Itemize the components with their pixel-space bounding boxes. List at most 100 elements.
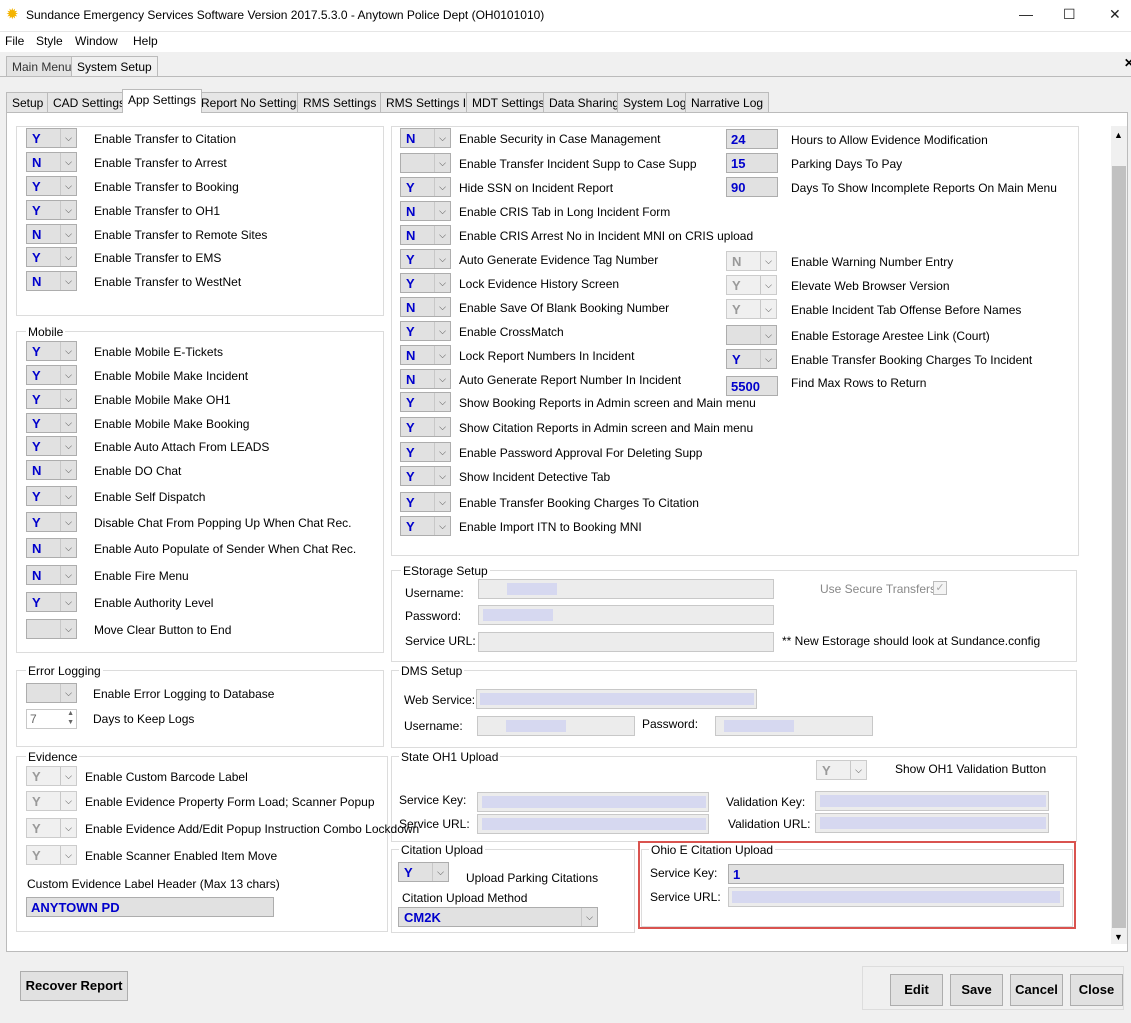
option-combo[interactable]: Y ⌵ — [726, 275, 777, 295]
mobile-combo[interactable]: N ⌵ — [26, 460, 77, 480]
mobile-combo[interactable]: ⌵ — [26, 619, 77, 639]
evidence-combo[interactable]: Y ⌵ — [26, 791, 77, 811]
citation-upload-title: Citation Upload — [399, 843, 486, 857]
oh1-validation-key-input[interactable] — [815, 791, 1049, 811]
setting-combo[interactable]: Y ⌵ — [400, 492, 451, 512]
secure-transfers-checkbox[interactable]: ✓ — [933, 581, 947, 595]
mobile-combo[interactable]: Y ⌵ — [26, 592, 77, 612]
evidence-header-input[interactable]: ANYTOWN PD — [26, 897, 274, 917]
mobile-combo[interactable]: Y ⌵ — [26, 413, 77, 433]
close-tab-icon[interactable]: ✕ — [1124, 56, 1131, 70]
tab-mdt-settings[interactable]: MDT Settings — [466, 92, 551, 112]
estorage-url-input[interactable] — [478, 632, 774, 652]
error-logging-combo[interactable]: ⌵ — [26, 683, 77, 703]
tab-system-setup[interactable]: System Setup — [71, 56, 158, 76]
recover-report-button[interactable]: Recover Report — [20, 971, 128, 1001]
scroll-up-icon[interactable]: ▲ — [1114, 130, 1123, 140]
tab-setup[interactable]: Setup — [6, 92, 50, 112]
tab-app-settings[interactable]: App Settings — [122, 89, 203, 113]
upload-parking-combo[interactable]: Y ⌵ — [398, 862, 449, 882]
setting-combo[interactable]: Y ⌵ — [400, 516, 451, 536]
tab-main-menu[interactable]: Main Menu — [6, 56, 78, 76]
menu-help[interactable]: Help — [133, 34, 158, 48]
transfer-combo[interactable]: Y ⌵ — [26, 247, 77, 267]
transfer-combo[interactable]: N ⌵ — [26, 224, 77, 244]
dms-webservice-input[interactable] — [476, 689, 757, 709]
setting-combo[interactable]: Y ⌵ — [400, 321, 451, 341]
menu-window[interactable]: Window — [75, 34, 118, 48]
chevron-down-icon: ⌵ — [60, 461, 76, 479]
setting-combo[interactable]: N ⌵ — [400, 201, 451, 221]
option-combo[interactable]: N ⌵ — [726, 251, 777, 271]
option-combo[interactable]: Y ⌵ — [726, 349, 777, 369]
edit-button[interactable]: Edit — [890, 974, 943, 1006]
oh1-url-input[interactable] — [477, 814, 709, 834]
setting-combo[interactable]: Y ⌵ — [400, 442, 451, 462]
transfer-combo[interactable]: N ⌵ — [26, 152, 77, 172]
tab-narrative-log[interactable]: Narrative Log — [685, 92, 770, 112]
oh1-key-input[interactable] — [477, 792, 709, 812]
setting-combo[interactable]: Y ⌵ — [400, 417, 451, 437]
estorage-password-input[interactable] — [478, 605, 774, 625]
evidence-combo[interactable]: Y ⌵ — [26, 766, 77, 786]
numeric-input[interactable]: 90 — [726, 177, 778, 197]
setting-combo[interactable]: N ⌵ — [400, 225, 451, 245]
setting-combo[interactable]: Y ⌵ — [400, 466, 451, 486]
estorage-username-input[interactable] — [478, 579, 774, 599]
transfer-combo[interactable]: Y ⌵ — [26, 176, 77, 196]
tab-cad-settings[interactable]: CAD Settings — [47, 92, 132, 112]
tab-rms-settings-1[interactable]: RMS Settings I — [297, 92, 390, 112]
setting-combo[interactable]: Y ⌵ — [400, 177, 451, 197]
scrollbar-thumb[interactable] — [1112, 166, 1126, 928]
setting-combo[interactable]: Y ⌵ — [400, 249, 451, 269]
mobile-combo[interactable]: Y ⌵ — [26, 389, 77, 409]
mobile-combo[interactable]: Y ⌵ — [26, 486, 77, 506]
save-button[interactable]: Save — [950, 974, 1003, 1006]
dms-username-input[interactable] — [477, 716, 635, 736]
setting-combo[interactable]: ⌵ — [400, 153, 451, 173]
option-combo[interactable]: Y ⌵ — [726, 299, 777, 319]
oh1-validation-combo[interactable]: Y ⌵ — [816, 760, 867, 780]
oh1-validation-url-input[interactable] — [815, 813, 1049, 833]
setting-combo[interactable]: N ⌵ — [400, 128, 451, 148]
mobile-combo[interactable]: Y ⌵ — [26, 341, 77, 361]
chevron-down-icon: ⌵ — [60, 792, 76, 810]
scroll-down-icon[interactable]: ▼ — [1114, 932, 1123, 942]
setting-combo[interactable]: N ⌵ — [400, 369, 451, 389]
transfer-combo[interactable]: Y ⌵ — [26, 128, 77, 148]
mobile-combo[interactable]: Y ⌵ — [26, 436, 77, 456]
minimize-icon[interactable]: — — [1019, 6, 1033, 22]
tab-system-log[interactable]: System Log — [617, 92, 693, 112]
numeric-input[interactable]: 15 — [726, 153, 778, 173]
evidence-combo[interactable]: Y ⌵ — [26, 818, 77, 838]
mobile-combo[interactable]: Y ⌵ — [26, 365, 77, 385]
setting-combo[interactable]: N ⌵ — [400, 297, 451, 317]
menu-file[interactable]: File — [5, 34, 24, 48]
mobile-combo[interactable]: N ⌵ — [26, 565, 77, 585]
mobile-combo[interactable]: Y ⌵ — [26, 512, 77, 532]
days-to-keep-stepper[interactable]: 7 ▲ ▼ — [26, 709, 77, 729]
stepper-down-icon[interactable]: ▼ — [67, 719, 74, 726]
max-rows-input[interactable]: 5500 — [726, 376, 778, 396]
stepper-up-icon[interactable]: ▲ — [67, 710, 74, 717]
evidence-combo[interactable]: Y ⌵ — [26, 845, 77, 865]
transfer-combo[interactable]: Y ⌵ — [26, 200, 77, 220]
tab-data-sharing[interactable]: Data Sharing — [543, 92, 626, 112]
dms-password-input[interactable] — [715, 716, 873, 736]
citation-method-select[interactable]: CM2K ⌵ — [398, 907, 598, 927]
cancel-button[interactable]: Cancel — [1010, 974, 1063, 1006]
tab-report-no-settings[interactable]: Report No Settings — [195, 92, 309, 112]
close-icon[interactable]: ✕ — [1109, 6, 1121, 23]
setting-combo[interactable]: Y ⌵ — [400, 273, 451, 293]
transfer-combo[interactable]: N ⌵ — [26, 271, 77, 291]
close-button[interactable]: Close — [1070, 974, 1123, 1006]
numeric-input[interactable]: 24 — [726, 129, 778, 149]
mobile-combo[interactable]: N ⌵ — [26, 538, 77, 558]
setting-combo[interactable]: N ⌵ — [400, 345, 451, 365]
maximize-icon[interactable]: ☐ — [1063, 6, 1076, 23]
option-combo[interactable]: ⌵ — [726, 325, 777, 345]
setting-combo[interactable]: Y ⌵ — [400, 392, 451, 412]
tab-rms-settings-2[interactable]: RMS Settings II — [380, 92, 476, 112]
menu-style[interactable]: Style — [36, 34, 63, 48]
chevron-down-icon: ⌵ — [434, 370, 450, 388]
